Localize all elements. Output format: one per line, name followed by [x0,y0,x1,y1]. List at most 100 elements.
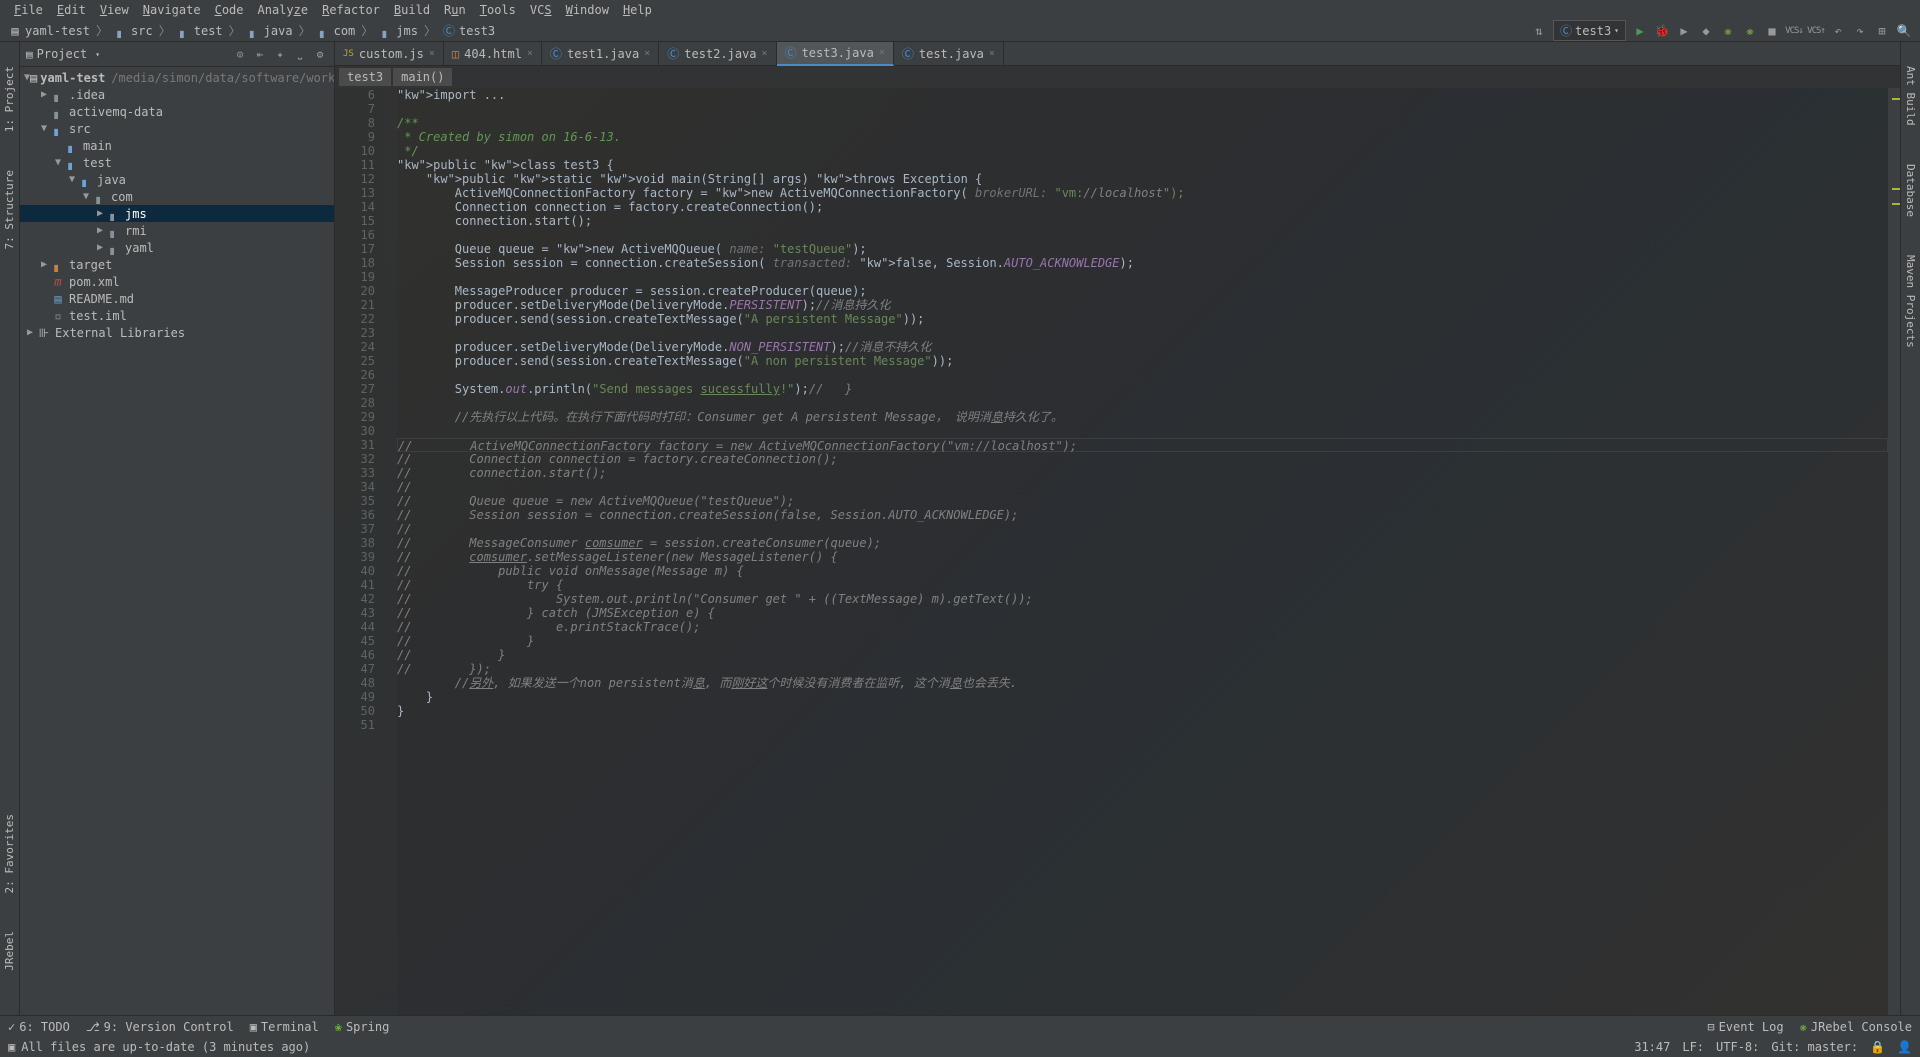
structure-icon[interactable]: ⊞ [1874,23,1890,39]
code-line[interactable]: */ [397,144,1888,158]
code-line[interactable]: MessageProducer producer = session.creat… [397,284,1888,298]
code-line[interactable] [397,424,1888,438]
code-line[interactable] [397,228,1888,242]
code-line[interactable]: * Created by simon on 16-6-13. [397,130,1888,144]
close-icon[interactable]: × [429,48,435,59]
code-area[interactable]: 6789101112131415161718192021222324252627… [335,88,1900,1015]
menu-window[interactable]: Window [560,1,615,19]
breadcrumb-item[interactable]: Ⓒtest3 [442,24,495,38]
tab-maven[interactable]: Maven Projects [1902,251,1919,352]
settings-icon[interactable]: ✦ [272,46,288,62]
status-icon[interactable]: ▣ [8,1040,15,1054]
close-icon[interactable]: × [879,47,885,58]
tree-external-libs[interactable]: ▶ ⊪ External Libraries [20,324,334,341]
project-tree[interactable]: ▼ ▤ yaml-test /media/simon/data/software… [20,67,334,1015]
swap-icon[interactable]: ⇅ [1531,23,1547,39]
code-line[interactable]: // } [397,648,1888,662]
vcs-update-icon[interactable]: VCS↓ [1786,23,1802,39]
expand-icon[interactable]: ▶ [94,242,106,253]
code-line[interactable]: // public void onMessage(Message m) { [397,564,1888,578]
close-icon[interactable]: × [989,48,995,59]
line-separator[interactable]: LF: [1682,1040,1704,1054]
tree-node[interactable]: ▼▖src [20,120,334,137]
tree-node[interactable]: ▶▖.idea [20,86,334,103]
code-line[interactable]: producer.setDeliveryMode(DeliveryMode.PE… [397,298,1888,312]
git-branch[interactable]: Git: master: [1771,1040,1858,1054]
code-line[interactable] [397,102,1888,116]
menu-analyze[interactable]: Analyze [252,1,315,19]
editor-tab[interactable]: ◫404.html× [444,42,542,66]
tree-node[interactable]: ▖activemq-data [20,103,334,120]
code-line[interactable]: //另外, 如果发送一个non persistent消息, 而刚好这个时候没有消… [397,676,1888,690]
tree-node[interactable]: ▼▖java [20,171,334,188]
cursor-position[interactable]: 31:47 [1634,1040,1670,1054]
menu-code[interactable]: Code [209,1,250,19]
history-icon[interactable]: ↶ [1830,23,1846,39]
editor-tab[interactable]: Ⓒtest1.java× [542,42,659,66]
tree-node[interactable]: ▶▖rmi [20,222,334,239]
coverage-icon[interactable]: ▶ [1676,23,1692,39]
breadcrumb-item[interactable]: ▤yaml-test [8,24,90,38]
code-line[interactable]: producer.send(session.createTextMessage(… [397,354,1888,368]
tab-todo[interactable]: ✓6: TODO [8,1020,70,1034]
code-line[interactable]: // } [397,634,1888,648]
expand-icon[interactable]: ▼ [38,123,50,134]
expand-icon[interactable]: ▶ [38,89,50,100]
fold-column[interactable] [385,88,397,1015]
editor-tab[interactable]: Ⓒtest3.java× [777,42,894,66]
code-line[interactable]: // connection.start(); [397,466,1888,480]
menu-help[interactable]: Help [617,1,658,19]
menu-view[interactable]: View [94,1,135,19]
code-content[interactable]: "kw">import .../** * Created by simon on… [397,88,1888,1015]
code-line[interactable]: Connection connection = factory.createCo… [397,200,1888,214]
expand-icon[interactable]: ▶ [24,327,36,338]
tree-root[interactable]: ▼ ▤ yaml-test /media/simon/data/software… [20,69,334,86]
code-line[interactable]: // Session session = connection.createSe… [397,508,1888,522]
code-line[interactable]: // try { [397,578,1888,592]
scroll-from-source-icon[interactable]: ⊙ [232,46,248,62]
error-stripe[interactable] [1888,88,1900,1015]
code-line[interactable]: System.out.println("Send messages sucess… [397,382,1888,396]
code-line[interactable]: Session session = connection.createSessi… [397,256,1888,270]
code-line[interactable]: connection.start(); [397,214,1888,228]
expand-icon[interactable]: ▼ [80,191,92,202]
code-line[interactable]: producer.send(session.createTextMessage(… [397,312,1888,326]
tab-jrebel[interactable]: JRebel [1,927,18,975]
tab-project[interactable]: 1: Project [1,62,18,136]
code-line[interactable]: "kw">import ... [397,88,1888,102]
hide-icon[interactable]: ⎵ [292,46,308,62]
code-line[interactable] [397,718,1888,732]
expand-icon[interactable]: ▼ [66,174,78,185]
jrebel-debug-icon[interactable]: ❋ [1742,23,1758,39]
expand-icon[interactable]: ▶ [94,225,106,236]
vcs-commit-icon[interactable]: VCS↑ [1808,23,1824,39]
expand-icon[interactable]: ▼ [52,157,64,168]
code-line[interactable]: //先执行以上代码。在执行下面代码时打印：Consumer get A pers… [397,410,1888,424]
editor-tab[interactable]: JScustom.js× [335,42,444,66]
tree-node[interactable]: ▶▖jms [20,205,334,222]
code-line[interactable]: ActiveMQConnectionFactory factory = "kw"… [397,186,1888,200]
debug-icon[interactable]: 🐞 [1654,23,1670,39]
tree-node[interactable]: ▶▖target [20,256,334,273]
gear-icon[interactable]: ⚙ [312,46,328,62]
tab-ant[interactable]: Ant Build [1902,62,1919,130]
tab-terminal[interactable]: ▣Terminal [250,1020,319,1034]
tree-node[interactable]: ▼▖com [20,188,334,205]
code-line[interactable]: } [397,704,1888,718]
crumb-method[interactable]: main() [393,68,452,86]
tab-event-log[interactable]: ⊟Event Log [1707,1020,1783,1034]
breadcrumb-item[interactable]: ▖java [247,24,293,38]
code-line[interactable]: // MessageConsumer comsumer = session.cr… [397,536,1888,550]
code-line[interactable]: Queue queue = "kw">new ActiveMQQueue( na… [397,242,1888,256]
menu-file[interactable]: File [8,1,49,19]
menu-tools[interactable]: Tools [474,1,522,19]
breadcrumb-item[interactable]: ▖src [114,24,153,38]
tree-node[interactable]: ▖main [20,137,334,154]
tab-jrebel-console[interactable]: ❋JRebel Console [1800,1020,1912,1034]
code-line[interactable] [397,396,1888,410]
hector-icon[interactable]: 👤 [1897,1040,1912,1054]
code-line[interactable]: "kw">public "kw">class test3 { [397,158,1888,172]
tree-node[interactable]: mpom.xml [20,273,334,290]
run-icon[interactable]: ▶ [1632,23,1648,39]
collapse-all-icon[interactable]: ⇤ [252,46,268,62]
